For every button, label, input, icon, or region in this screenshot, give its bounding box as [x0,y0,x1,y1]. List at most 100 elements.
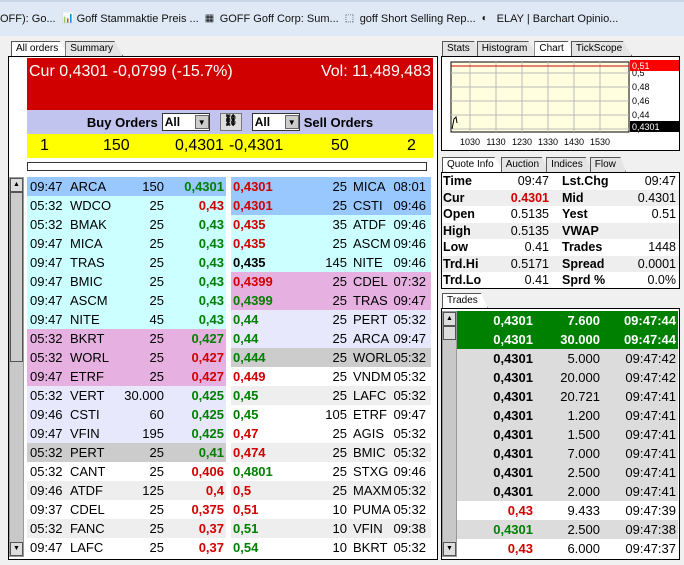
sell-order-row[interactable]: 0,44 25 ARCA 09:47 [231,329,431,348]
sell-order-row[interactable]: 0,45 105 ETRF 09:47 [231,405,431,424]
buy-order-row[interactable]: 09:47 NITE 45 0,43 [27,310,226,329]
tab-histogram[interactable]: Histogram [476,41,538,56]
scroll-thumb[interactable] [443,326,456,340]
buy-order-row[interactable]: 05:32 CANT 25 0,406 [27,462,226,481]
sell-order-row[interactable]: 0,5 25 MAXM 05:32 [231,481,431,500]
sell-order-row[interactable]: 0,435 145 NITE 09:46 [231,253,431,272]
scroll-down-icon[interactable]: ▼ [10,542,23,556]
sell-order-row[interactable]: 0,4801 25 STXG 09:46 [231,462,431,481]
trade-row[interactable]: 0,4301 30.000 09:47:44 [457,330,678,349]
trade-time: 09:47:42 [625,370,676,385]
buy-order-row[interactable]: 09:47 ETRF 25 0,427 [27,367,226,386]
buy-order-row[interactable]: 05:32 BMAK 25 0,43 [27,215,226,234]
order-size: 30.000 [124,388,164,403]
buy-order-row[interactable]: 05:32 PERT 25 0,41 [27,443,226,462]
tab-summary[interactable]: Summary [65,41,124,56]
tab-tickscope[interactable]: TickScope [570,41,633,56]
buy-order-row[interactable]: 05:32 BKRT 25 0,427 [27,329,226,348]
buy-order-row[interactable]: 09:47 MICA 25 0,43 [27,234,226,253]
sell-order-row[interactable]: 0,4399 25 CDEL 07:32 [231,272,431,291]
sell-order-row[interactable]: 0,4399 25 TRAS 09:47 [231,291,431,310]
buy-order-row[interactable]: 09:46 ATDF 125 0,4 [27,481,226,500]
trade-row[interactable]: 0,4301 2.000 09:47:41 [457,482,678,501]
buy-order-row[interactable]: 05:32 VERT 30.000 0,425 [27,386,226,405]
buy-filter-select[interactable]: All ▼ [161,113,210,131]
barchart-icon: ◐ [481,13,488,24]
order-size: 25 [332,426,347,441]
buy-order-row[interactable]: 05:32 FANC 25 0,37 [27,519,226,538]
buy-order-row[interactable]: 09:47 BMIC 25 0,43 [27,272,226,291]
tab-indices[interactable]: Indices [546,157,593,172]
tab-quote-info[interactable]: Quote Info [442,157,504,172]
sell-order-row[interactable]: 0,51 10 PUMA 05:32 [231,500,431,519]
order-price: 0,37 [198,540,224,555]
sell-filter-select[interactable]: All ▼ [251,113,300,131]
tab-flow[interactable]: Flow [589,157,626,172]
scroll-thumb[interactable] [10,192,23,362]
trade-row[interactable]: 0,4301 5.000 09:47:42 [457,349,678,368]
order-size: 25 [332,236,347,251]
order-book-scrollbar[interactable]: ▲ ▼ [9,177,24,557]
trade-row[interactable]: 0,4301 2.500 09:47:38 [457,520,678,539]
quote-row: Time 09:47 Lst.Chg 09:47 [442,173,679,190]
sell-order-row[interactable]: 0,444 25 WORL 05:32 [231,348,431,367]
buy-order-row[interactable]: 09:47 VFIN 195 0,425 [27,424,226,443]
sell-order-row[interactable]: 0,435 25 ASCM 09:46 [231,234,431,253]
trade-row[interactable]: 0,4301 2.500 09:47:41 [457,463,678,482]
sell-order-row[interactable]: 0,4301 25 CSTI 09:46 [231,196,431,215]
sell-order-row[interactable]: 0,47 25 AGIS 05:32 [231,424,431,443]
buy-order-row[interactable]: 09:47 TRAS 25 0,43 [27,253,226,272]
order-price: 0,4399 [233,274,273,289]
bookmark-item[interactable]: ⬚ goff Short Selling Rep... [345,13,476,25]
order-price: 0,45 [233,388,259,403]
buy-order-row[interactable]: 09:47 ASCM 25 0,43 [27,291,226,310]
trade-row[interactable]: 0,4301 1.500 09:47:41 [457,425,678,444]
buy-order-row[interactable]: 05:32 WORL 25 0,427 [27,348,226,367]
link-icon[interactable]: ⛓ [219,113,242,131]
sell-order-row[interactable]: 0,44 25 PERT 05:32 [231,310,431,329]
tab-chart[interactable]: Chart [534,41,574,56]
trade-row[interactable]: 0,43 9.433 09:47:39 [457,501,678,520]
buy-order-row[interactable]: 09:47 LAFC 25 0,37 [27,538,226,557]
trade-row[interactable]: 0,43 6.000 09:47:37 [457,539,678,558]
scroll-down-icon[interactable]: ▼ [443,542,456,556]
bookmark-item[interactable]: ◐ ELAY | Barchart Opinio... [482,13,619,25]
trade-size: 1.200 [567,408,600,423]
sell-order-row[interactable]: 0,4301 25 MICA 08:01 [231,177,431,196]
sell-order-row[interactable]: 0,435 35 ATDF 09:46 [231,215,431,234]
trade-row[interactable]: 0,4301 7.600 09:47:44 [457,311,678,330]
trade-row[interactable]: 0,4301 7.000 09:47:41 [457,444,678,463]
order-time: 05:32 [30,198,63,213]
market-maker: BKRT [353,540,388,555]
buy-order-row[interactable]: 09:46 CSTI 60 0,425 [27,405,226,424]
buy-order-row[interactable]: 09:37 CDEL 25 0,375 [27,500,226,519]
quote-label: Time [443,174,472,188]
sell-order-row[interactable]: 0,474 25 BMIC 05:32 [231,443,431,462]
tab-all-orders[interactable]: All orders [11,41,69,56]
order-size: 25 [149,369,164,384]
trade-row[interactable]: 0,4301 1.200 09:47:41 [457,406,678,425]
market-maker: LAFC [353,388,387,403]
horizontal-scrollbar[interactable] [27,162,427,171]
buy-order-row[interactable]: 05:32 WDCO 25 0,43 [27,196,226,215]
buy-order-row[interactable]: 09:47 ARCA 150 0,4301 [27,177,226,196]
order-size: 25 [332,369,347,384]
tab-trades[interactable]: Trades [442,293,488,308]
tab-stats[interactable]: Stats [442,41,480,56]
trade-row[interactable]: 0,4301 20.721 09:47:41 [457,387,678,406]
bookmark-item[interactable]: 📊 Goff Stammaktie Preis ... [62,13,199,25]
sell-order-row[interactable]: 0,51 10 VFIN 09:38 [231,519,431,538]
sell-order-row[interactable]: 0,45 25 LAFC 05:32 [231,386,431,405]
sell-order-row[interactable]: 0,449 25 VNDM 05:32 [231,367,431,386]
bookmark-item[interactable]: OFF): Go... [0,13,56,25]
market-maker: BKRT [70,331,105,346]
scroll-up-icon[interactable]: ▲ [10,178,23,192]
tab-auction[interactable]: Auction [500,157,550,172]
scroll-up-icon[interactable]: ▲ [443,312,456,326]
quote-row: Trd.Hi 0.5171 Spread 0.0001 [442,255,679,272]
trades-scrollbar[interactable]: ▲ ▼ [442,311,457,557]
quote-label: Trd.Hi [443,256,479,271]
trade-row[interactable]: 0,4301 20.000 09:47:42 [457,368,678,387]
sell-order-row[interactable]: 0,54 10 BKRT 05:32 [231,538,431,557]
bookmark-item[interactable]: ▦ GOFF Goff Corp: Sum... [205,13,339,25]
